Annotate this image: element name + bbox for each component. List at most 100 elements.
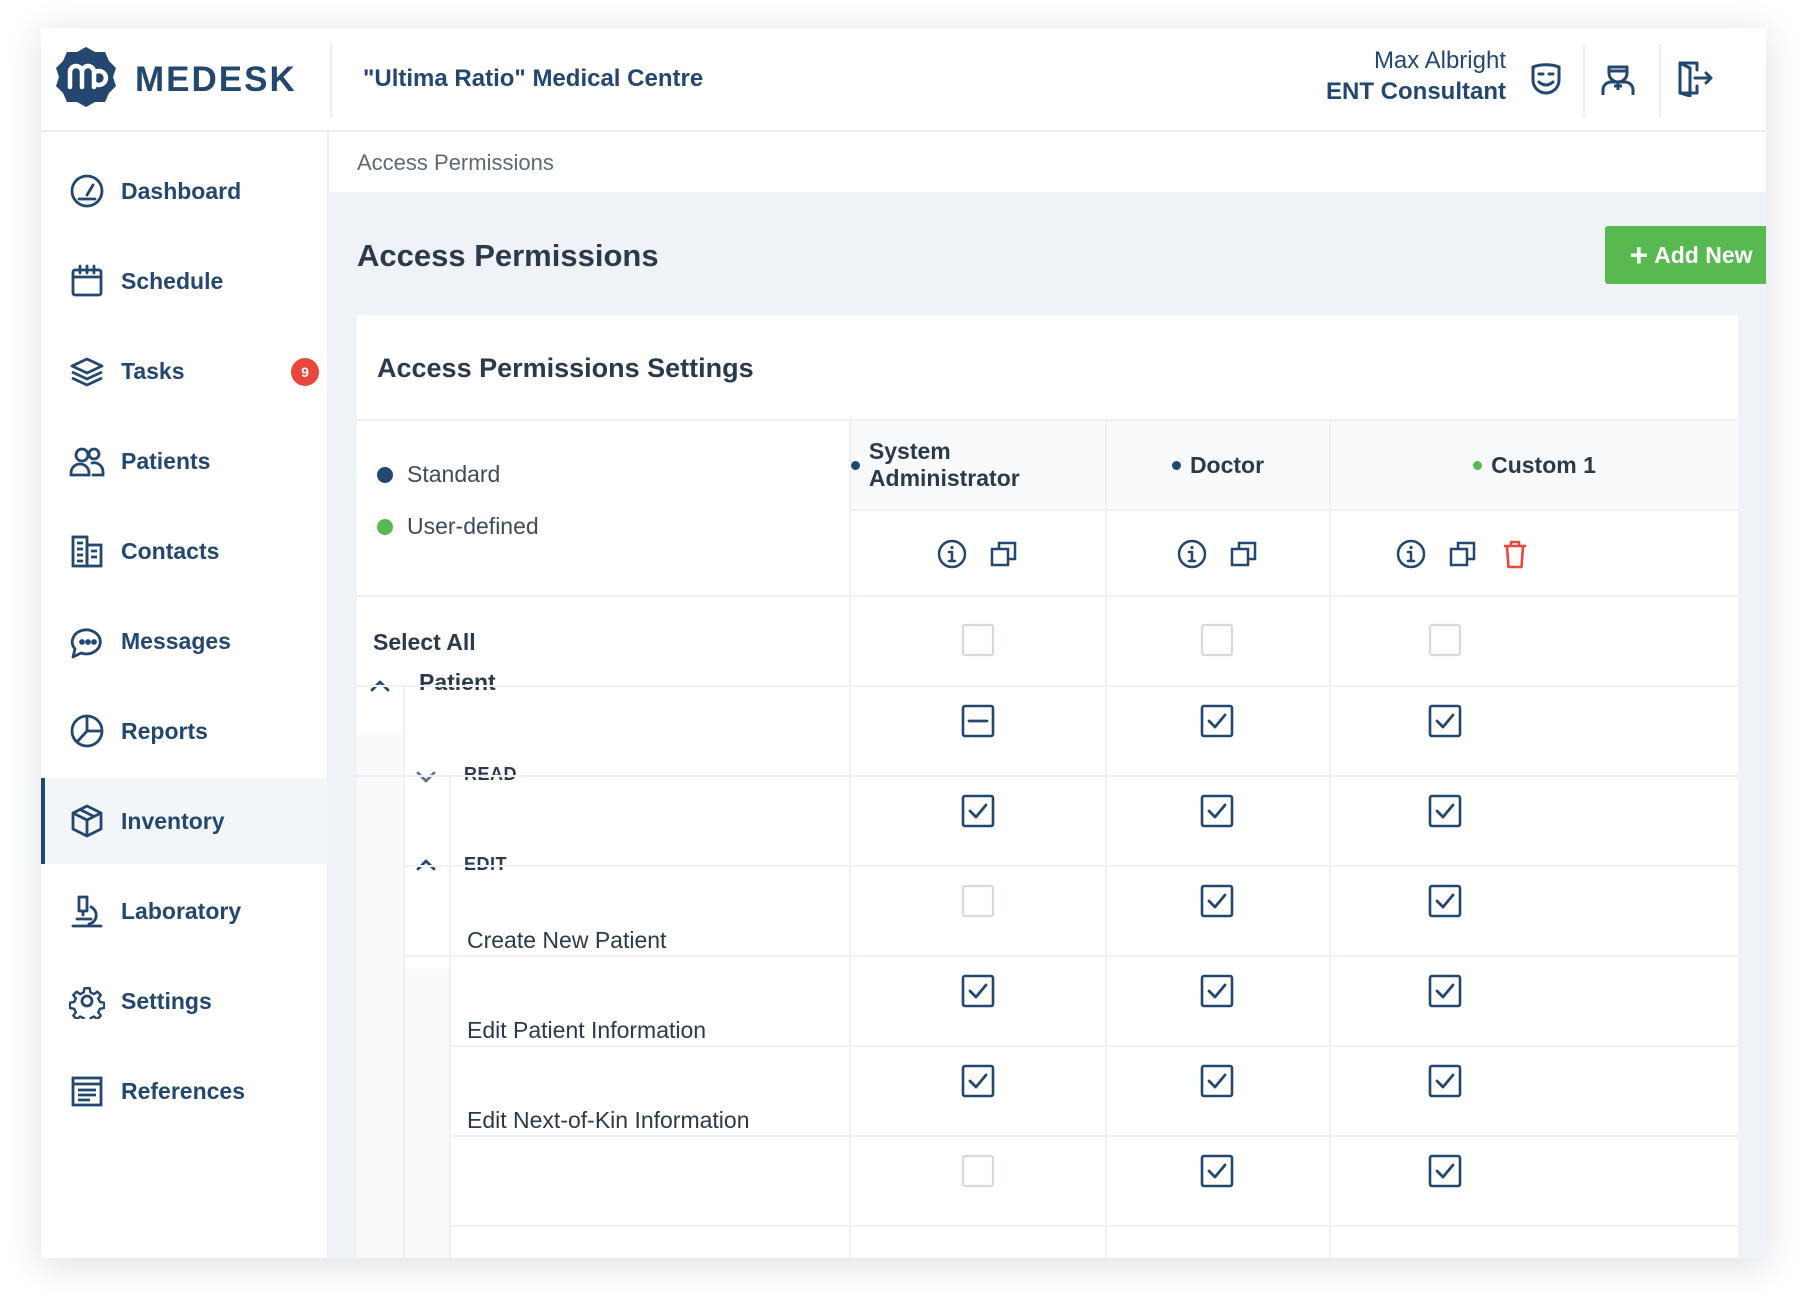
sidebar-item-schedule[interactable]: Schedule bbox=[41, 238, 327, 324]
copy-icon[interactable] bbox=[986, 536, 1022, 572]
box-icon bbox=[67, 801, 107, 841]
sidebar-item-dashboard[interactable]: Dashboard bbox=[41, 148, 327, 234]
column-divider bbox=[1329, 421, 1331, 1258]
sidebar-item-label: Settings bbox=[121, 987, 212, 1014]
row-divider bbox=[403, 955, 1738, 957]
permission-checkbox-unchecked[interactable] bbox=[960, 622, 996, 658]
building-icon bbox=[67, 531, 107, 571]
smile-face-icon[interactable] bbox=[1522, 54, 1570, 102]
column-name: Custom 1 bbox=[1491, 451, 1596, 478]
row-label-select-all: Select All bbox=[373, 629, 476, 655]
page-title: Access Permissions bbox=[357, 238, 659, 273]
sidebar: Dashboard Schedule Tasks 9 Patients Cont… bbox=[41, 132, 329, 1258]
row-divider bbox=[357, 685, 1738, 687]
top-header: MEDESK "Ultima Ratio" Medical Centre Max… bbox=[41, 28, 1766, 132]
copy-icon[interactable] bbox=[1445, 536, 1481, 572]
permission-checkbox-checked[interactable] bbox=[1199, 703, 1235, 739]
permission-checkbox-indeterminate[interactable] bbox=[960, 703, 996, 739]
sidebar-item-reports[interactable]: Reports bbox=[41, 688, 327, 774]
row-divider bbox=[449, 1045, 1738, 1047]
chevron-down-icon[interactable] bbox=[411, 762, 441, 792]
standard-dot bbox=[1171, 460, 1181, 470]
sidebar-item-patients[interactable]: Patients bbox=[41, 418, 327, 504]
sidebar-item-label: Contacts bbox=[121, 537, 220, 564]
doctor-avatar-icon[interactable] bbox=[1594, 54, 1642, 102]
column-actions-doctor bbox=[1107, 511, 1329, 597]
trash-icon[interactable] bbox=[1497, 536, 1533, 572]
permission-checkbox-checked[interactable] bbox=[1199, 973, 1235, 1009]
sidebar-item-contacts[interactable]: Contacts bbox=[41, 508, 327, 594]
permission-checkbox-checked[interactable] bbox=[1199, 793, 1235, 829]
logout-icon[interactable] bbox=[1670, 54, 1718, 102]
user-defined-dot bbox=[1473, 460, 1483, 470]
row-label-edit-next-of-kin-information: Edit Next-of-Kin Information bbox=[467, 1107, 750, 1133]
row-divider bbox=[357, 595, 1738, 597]
layers-icon bbox=[67, 351, 107, 391]
permission-checkbox-checked[interactable] bbox=[960, 973, 996, 1009]
sidebar-item-label: Tasks bbox=[121, 357, 185, 384]
pie-chart-icon bbox=[67, 711, 107, 751]
standard-dot bbox=[851, 460, 860, 470]
permission-checkbox-checked[interactable] bbox=[1427, 1063, 1463, 1099]
sidebar-item-label: Reports bbox=[121, 717, 208, 744]
tasks-count-badge: 9 bbox=[291, 358, 319, 386]
row-divider bbox=[403, 865, 1738, 867]
row-label-patient: Patient bbox=[419, 669, 496, 695]
permission-checkbox-checked[interactable] bbox=[960, 1063, 996, 1099]
permission-checkbox-checked[interactable] bbox=[1427, 973, 1463, 1009]
sidebar-item-laboratory[interactable]: Laboratory bbox=[41, 868, 327, 954]
column-name: System Administrator bbox=[868, 438, 1020, 491]
sidebar-item-settings[interactable]: Settings bbox=[41, 958, 327, 1044]
logo[interactable]: MEDESK bbox=[55, 46, 297, 113]
header-divider bbox=[330, 44, 332, 118]
card-header: Access Permissions Settings bbox=[357, 315, 1738, 421]
book-icon bbox=[67, 1071, 107, 1111]
app-window: MEDESK "Ultima Ratio" Medical Centre Max… bbox=[41, 28, 1766, 1258]
sidebar-item-label: Messages bbox=[121, 627, 231, 654]
permission-checkbox-checked[interactable] bbox=[1427, 793, 1463, 829]
column-name: Doctor bbox=[1189, 451, 1265, 478]
sidebar-item-label: Laboratory bbox=[121, 897, 242, 924]
column-header-custom-1[interactable]: Custom 1 bbox=[1331, 421, 1738, 509]
medesk-logo-icon bbox=[55, 46, 117, 113]
add-new-label: Add New bbox=[1654, 241, 1753, 268]
indent-level-2 bbox=[403, 969, 449, 1258]
add-new-button[interactable]: + Add New bbox=[1605, 226, 1766, 284]
gear-icon bbox=[67, 981, 107, 1021]
column-header-system-administrator[interactable]: System Administrator bbox=[851, 421, 1105, 509]
permission-checkbox-unchecked[interactable] bbox=[1427, 622, 1463, 658]
indent-divider bbox=[403, 687, 405, 1258]
calendar-icon bbox=[67, 261, 107, 301]
permission-checkbox-checked[interactable] bbox=[1199, 1063, 1235, 1099]
permission-checkbox-checked[interactable] bbox=[960, 793, 996, 829]
copy-icon[interactable] bbox=[1226, 536, 1262, 572]
permission-checkbox-unchecked[interactable] bbox=[960, 1153, 996, 1189]
permission-checkbox-unchecked[interactable] bbox=[960, 883, 996, 919]
plus-icon: + bbox=[1629, 237, 1649, 273]
user-info[interactable]: Max Albright ENT Consultant bbox=[1326, 46, 1506, 108]
sidebar-item-tasks[interactable]: Tasks 9 bbox=[41, 328, 327, 414]
sidebar-item-label: References bbox=[121, 1077, 246, 1104]
row-divider bbox=[449, 1225, 1738, 1227]
info-icon[interactable] bbox=[1393, 536, 1429, 572]
info-icon[interactable] bbox=[934, 536, 970, 572]
sidebar-item-label: Schedule bbox=[121, 267, 224, 294]
permission-checkbox-checked[interactable] bbox=[1427, 883, 1463, 919]
clinic-name: "Ultima Ratio" Medical Centre bbox=[363, 65, 704, 92]
breadcrumb[interactable]: Access Permissions bbox=[357, 150, 554, 176]
permission-checkbox-checked[interactable] bbox=[1199, 883, 1235, 919]
sidebar-item-messages[interactable]: Messages bbox=[41, 598, 327, 684]
chat-icon bbox=[67, 621, 107, 661]
row-divider bbox=[449, 1135, 1738, 1137]
permission-checkbox-checked[interactable] bbox=[1427, 703, 1463, 739]
breadcrumb-bar: Access Permissions bbox=[329, 132, 1766, 192]
info-icon[interactable] bbox=[1174, 536, 1210, 572]
permission-checkbox-checked[interactable] bbox=[1199, 1153, 1235, 1189]
header-divider bbox=[1659, 44, 1661, 118]
user-defined-dot bbox=[377, 518, 393, 535]
sidebar-item-references[interactable]: References bbox=[41, 1048, 327, 1134]
sidebar-item-inventory[interactable]: Inventory bbox=[41, 778, 327, 864]
permission-checkbox-checked[interactable] bbox=[1427, 1153, 1463, 1189]
column-header-doctor[interactable]: Doctor bbox=[1107, 421, 1329, 509]
permission-checkbox-unchecked[interactable] bbox=[1199, 622, 1235, 658]
